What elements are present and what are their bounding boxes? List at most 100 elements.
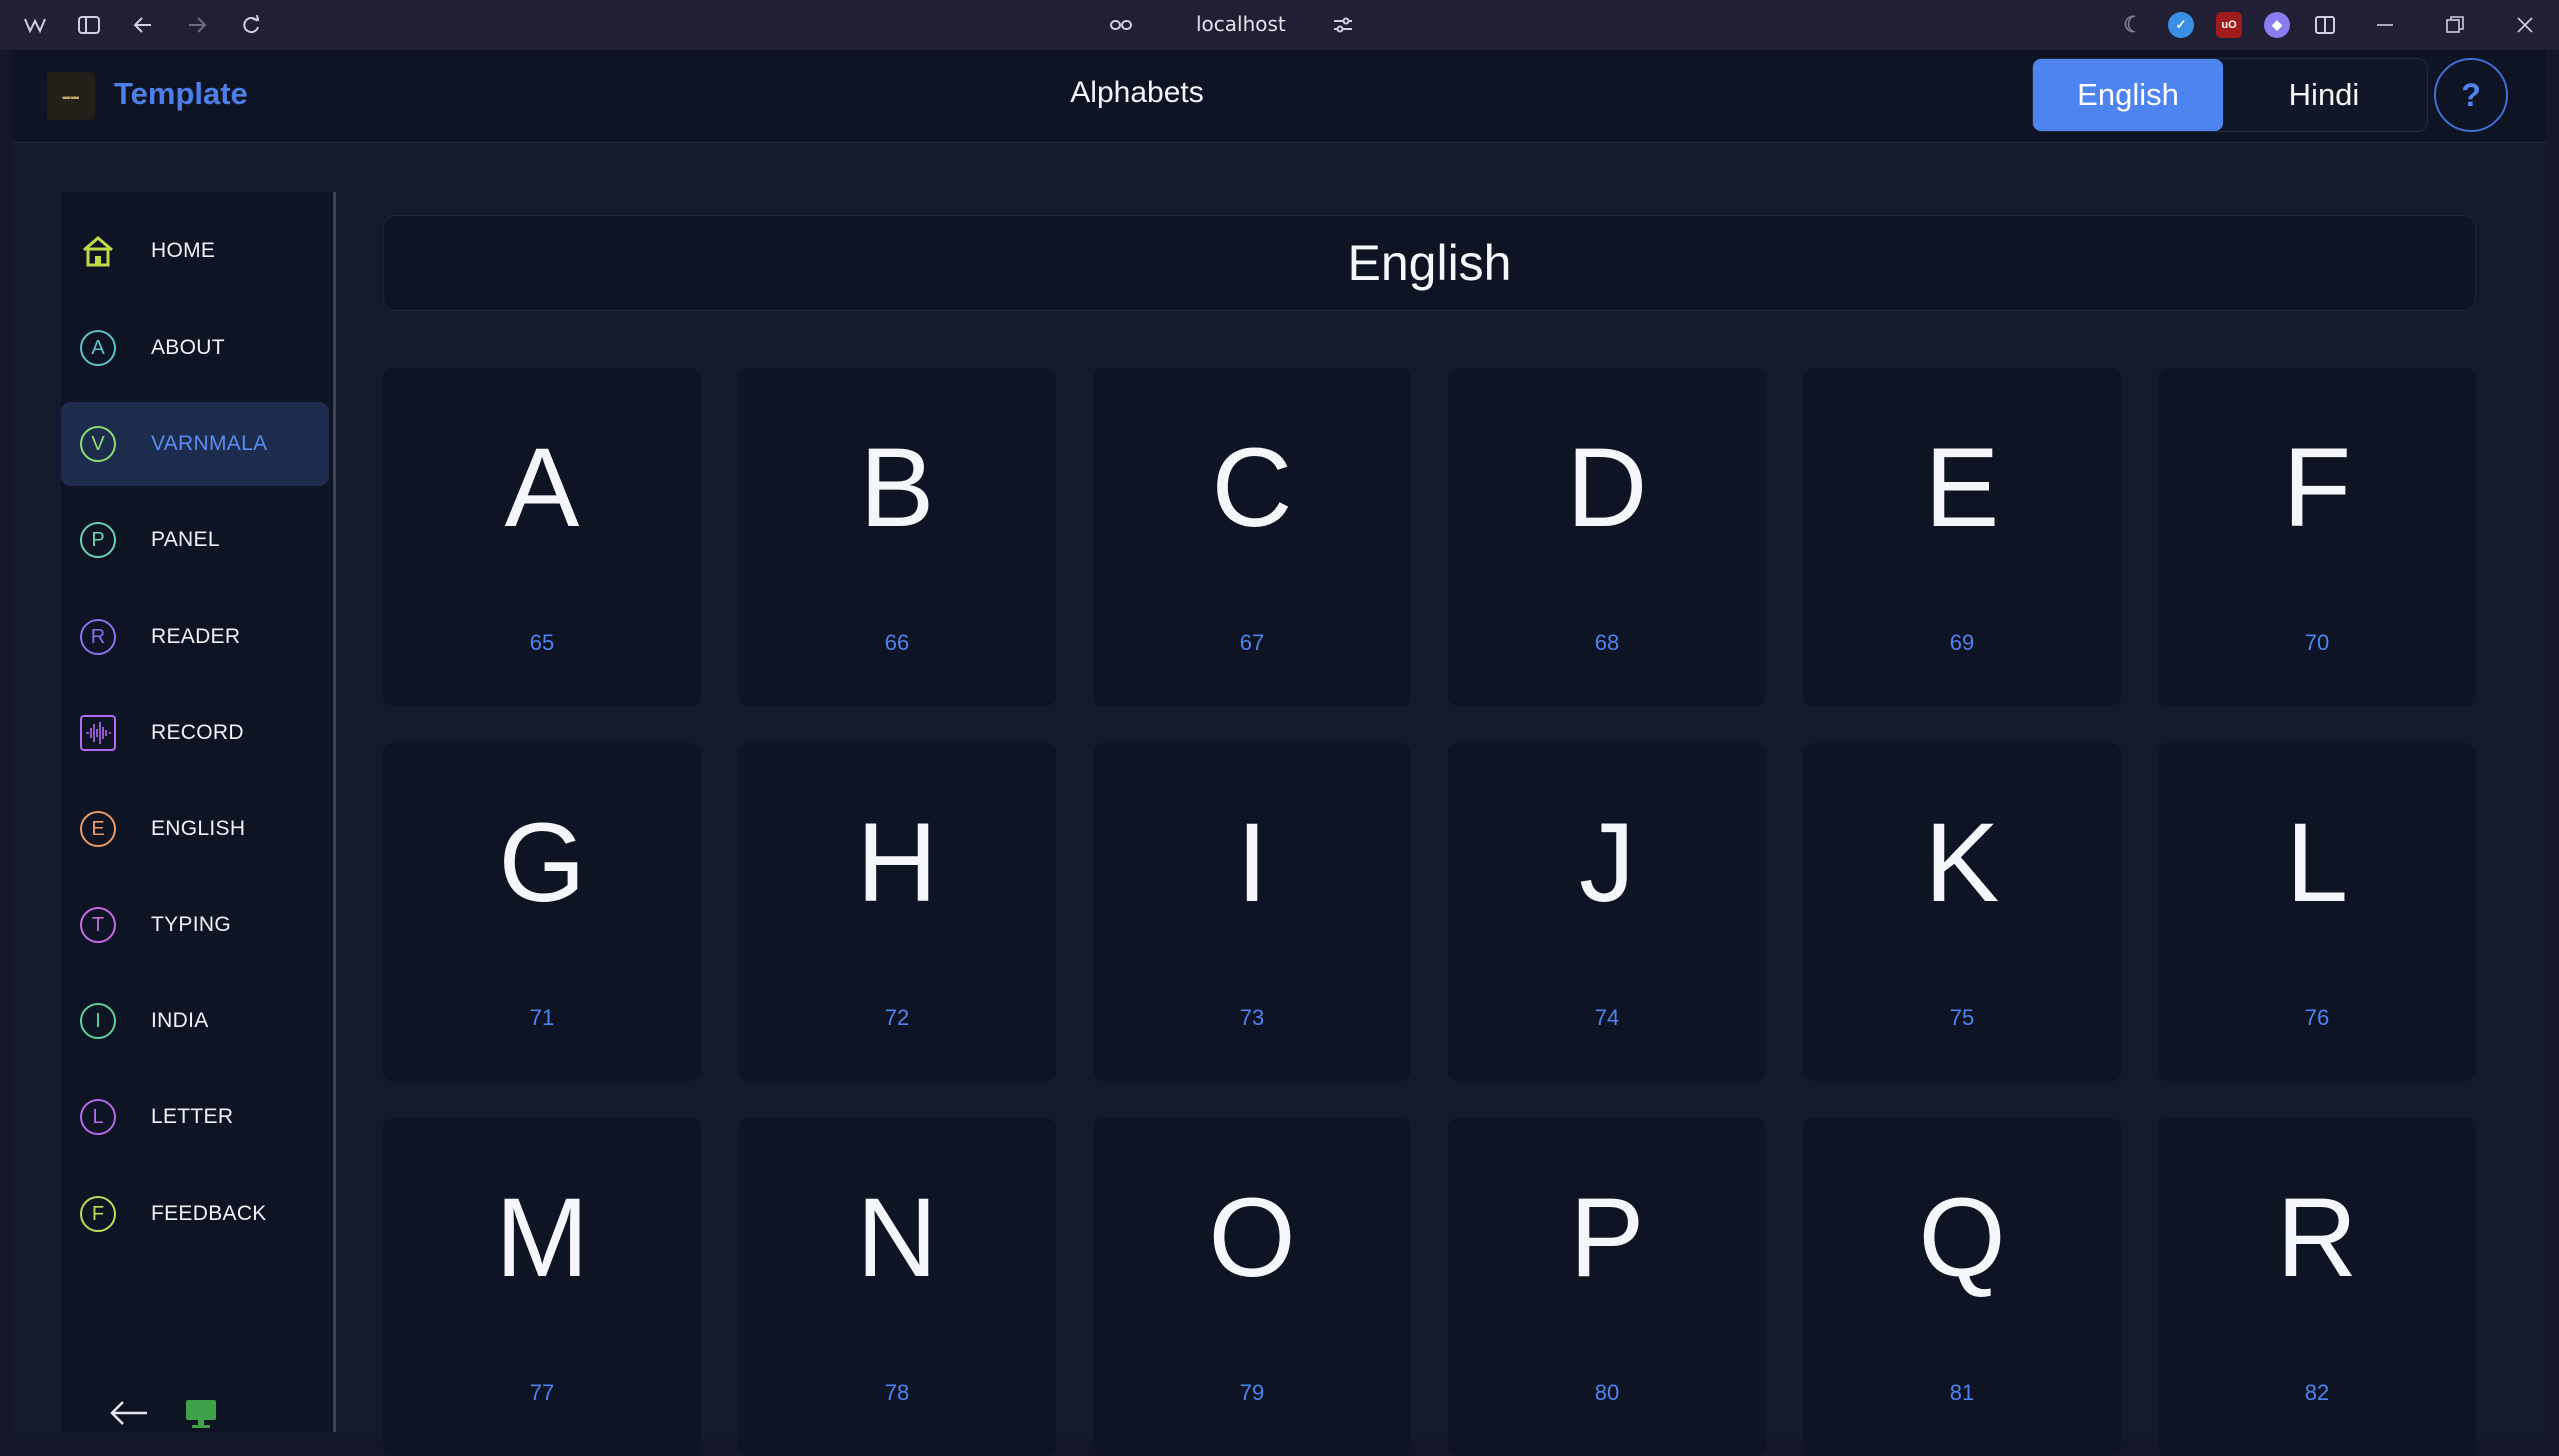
letter-card[interactable]: L 76 [2158, 743, 2476, 1081]
letter-card[interactable]: C 67 [1093, 368, 1411, 706]
browser-toolbar: localhost ☾ ✓ uO ◆ [0, 0, 2559, 50]
back-icon[interactable] [130, 12, 156, 38]
section-title: English [383, 215, 2476, 311]
sidebar-badge-icon: I [80, 1003, 116, 1039]
sidebar-item-label: FEEDBACK [151, 1202, 267, 1225]
sidebar-item-label: READER [151, 625, 241, 648]
letter-glyph: M [495, 1175, 589, 1300]
sidebar-item-feedback[interactable]: F FEEDBACK [61, 1172, 329, 1256]
letter-glyph: P [1569, 1175, 1645, 1300]
letter-card[interactable]: E 69 [1803, 368, 2121, 706]
monitor-icon[interactable] [183, 1397, 219, 1431]
language-hindi-button[interactable]: Hindi [2229, 59, 2419, 131]
sidebar-item-label: TYPING [151, 913, 231, 936]
sidebar-item-label: PANEL [151, 528, 220, 551]
sidebar-item-label: ENGLISH [151, 817, 246, 840]
letter-glyph: F [2282, 425, 2352, 550]
sidebar-item-label: HOME [151, 239, 216, 262]
ascii-code: 65 [529, 630, 555, 655]
site-info-icon[interactable] [1108, 12, 1134, 38]
letter-glyph: N [856, 1175, 938, 1300]
letter-card[interactable]: R 82 [2158, 1118, 2476, 1456]
letter-glyph: D [1566, 425, 1648, 550]
letter-card[interactable]: N 78 [738, 1118, 1056, 1456]
sidebar-item-record[interactable]: RECORD [61, 691, 329, 775]
letter-glyph: B [859, 425, 935, 550]
ascii-code: 82 [2304, 1380, 2330, 1405]
ascii-code: 72 [884, 1005, 910, 1030]
letter-glyph: O [1208, 1175, 1296, 1300]
browser-menu-icon[interactable] [22, 12, 48, 38]
sidebar-item-letter[interactable]: L LETTER [61, 1075, 329, 1159]
sidebar-item-varnmala[interactable]: V VARNMALA [61, 402, 329, 486]
sidebar-item-home[interactable]: HOME [61, 209, 329, 293]
collapse-sidebar-icon[interactable] [107, 1397, 151, 1429]
letter-card[interactable]: O 79 [1093, 1118, 1411, 1456]
sidebar-item-label: LETTER [151, 1105, 234, 1128]
letter-card[interactable]: K 75 [1803, 743, 2121, 1081]
ublock-extension-icon[interactable]: uO [2216, 12, 2242, 38]
ascii-code: 77 [529, 1380, 555, 1405]
page-settings-icon[interactable] [1330, 12, 1356, 38]
ascii-code: 70 [2304, 630, 2330, 655]
sidebar-badge-icon: L [80, 1099, 116, 1135]
ascii-code: 68 [1594, 630, 1620, 655]
sidebar-item-label: INDIA [151, 1009, 209, 1032]
sidebar-badge-icon: A [80, 330, 116, 366]
ascii-code: 80 [1594, 1380, 1620, 1405]
page-title: Alphabets [1070, 76, 1204, 109]
sidebar-item-label: ABOUT [151, 336, 225, 359]
ascii-code: 67 [1239, 630, 1265, 655]
language-english-button[interactable]: English [2033, 59, 2223, 131]
sidebar-item-typing[interactable]: T TYPING [61, 883, 329, 967]
minimize-icon[interactable] [2372, 12, 2398, 38]
help-button[interactable]: ? [2434, 58, 2508, 132]
sidebar-item-label: VARNMALA [151, 432, 268, 455]
letter-card[interactable]: P 80 [1448, 1118, 1766, 1456]
extension-purple-icon[interactable]: ◆ [2264, 12, 2290, 38]
restore-icon[interactable] [2442, 12, 2468, 38]
letter-card[interactable]: F 70 [2158, 368, 2476, 706]
letter-card[interactable]: M 77 [383, 1118, 701, 1456]
letter-card[interactable]: G 71 [383, 743, 701, 1081]
app-window: ▬▬ Template Alphabets English Hindi ? HO… [13, 50, 2546, 1456]
sidebar-badge-icon: F [80, 1196, 116, 1232]
letter-card[interactable]: J 74 [1448, 743, 1766, 1081]
sidebar-badge-icon: E [80, 811, 116, 847]
dark-mode-extension-icon[interactable]: ☾ [2120, 12, 2146, 38]
home-icon [80, 233, 116, 269]
letter-glyph: J [1579, 800, 1635, 925]
letter-card[interactable]: D 68 [1448, 368, 1766, 706]
sidebar-badge-icon: R [80, 619, 116, 655]
letter-card[interactable]: H 72 [738, 743, 1056, 1081]
letter-card[interactable]: I 73 [1093, 743, 1411, 1081]
ascii-code: 74 [1594, 1005, 1620, 1030]
waveform-icon [80, 715, 116, 751]
ascii-code: 73 [1239, 1005, 1265, 1030]
letter-glyph: L [2285, 800, 2349, 925]
letter-card[interactable]: A 65 [383, 368, 701, 706]
letter-card[interactable]: B 66 [738, 368, 1056, 706]
sidebar-item-english[interactable]: E ENGLISH [61, 787, 329, 871]
split-view-icon[interactable] [2312, 12, 2338, 38]
ascii-code: 78 [884, 1380, 910, 1405]
letter-glyph: Q [1918, 1175, 2006, 1300]
app-header: ▬▬ Template Alphabets English Hindi ? [13, 50, 2546, 143]
ascii-code: 81 [1949, 1380, 1975, 1405]
address-bar[interactable]: localhost [1196, 12, 1286, 36]
sidebar-item-about[interactable]: A ABOUT [61, 306, 329, 390]
letter-glyph: G [498, 800, 586, 925]
sidebar-toggle-icon[interactable] [76, 12, 102, 38]
close-icon[interactable] [2512, 12, 2538, 38]
language-switcher: English Hindi [2032, 58, 2428, 132]
sidebar-item-reader[interactable]: R READER [61, 595, 329, 679]
extension-blue-icon[interactable]: ✓ [2168, 12, 2194, 38]
letter-glyph: H [856, 800, 938, 925]
sidebar-item-panel[interactable]: P PANEL [61, 498, 329, 582]
letter-glyph: I [1236, 800, 1268, 925]
sidebar-item-india[interactable]: I INDIA [61, 979, 329, 1063]
letter-card[interactable]: Q 81 [1803, 1118, 2121, 1456]
sidebar-badge-icon: T [80, 907, 116, 943]
reload-icon[interactable] [238, 12, 264, 38]
forward-icon[interactable] [184, 12, 210, 38]
